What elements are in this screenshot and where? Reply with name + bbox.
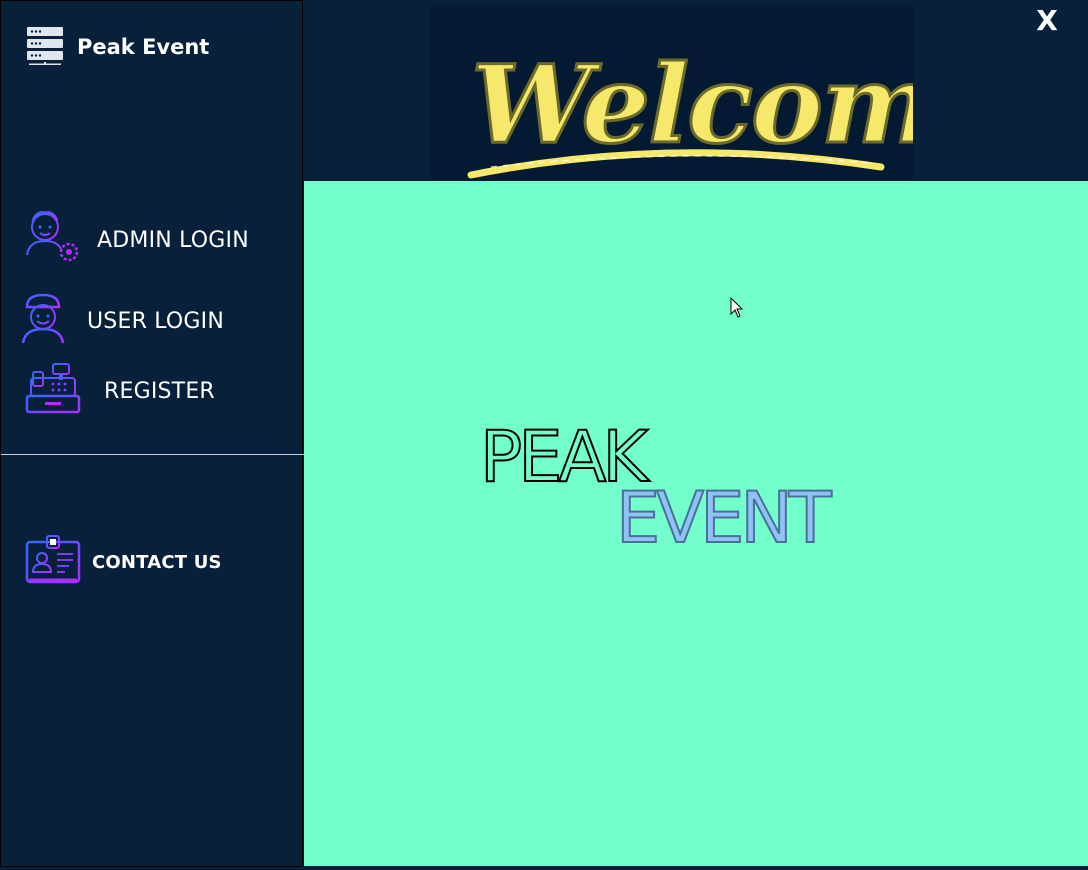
sidebar-item-register[interactable]: REGISTER	[25, 362, 215, 420]
user-icon	[21, 293, 67, 349]
welcome-banner: Welcome	[431, 7, 913, 181]
sidebar-item-label: ADMIN LOGIN	[97, 227, 249, 253]
sidebar-item-label: REGISTER	[104, 378, 215, 404]
admin-gear-icon	[25, 211, 81, 269]
mouse-cursor-icon	[730, 296, 744, 323]
sidebar: Peak Event ADMIN LOGIN USER LOGIN REGIST…	[0, 0, 304, 867]
sidebar-item-contact-us[interactable]: CONTACT US	[25, 534, 222, 590]
brand: Peak Event	[25, 25, 209, 69]
sidebar-divider	[1, 454, 304, 455]
sidebar-item-label: USER LOGIN	[87, 308, 225, 334]
logo-event-text: EVENT	[616, 477, 832, 559]
main-panel: PEAK EVENT	[304, 181, 1088, 866]
cash-register-icon	[25, 362, 81, 420]
app-title: Peak Event	[77, 35, 210, 59]
server-icon	[25, 25, 65, 69]
id-card-icon	[25, 534, 81, 590]
sidebar-item-admin-login[interactable]: ADMIN LOGIN	[25, 211, 249, 269]
welcome-banner-text: Welcome	[471, 42, 913, 168]
peak-event-logo: PEAK EVENT	[479, 415, 837, 560]
sidebar-item-label: CONTACT US	[92, 551, 222, 573]
sidebar-item-user-login[interactable]: USER LOGIN	[21, 293, 224, 349]
close-button[interactable]: X	[1031, 4, 1063, 38]
